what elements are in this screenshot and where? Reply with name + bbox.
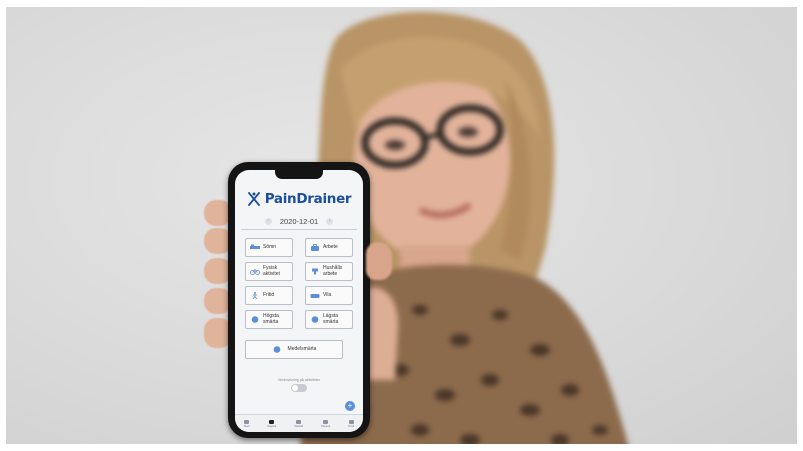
household-icon [312, 268, 318, 275]
plan-icon [323, 420, 329, 424]
phone-screen: PainDrainer ‹ 2020-12-01 › Sömn Arbete F… [235, 170, 363, 432]
bottom-tab-bar: Start Dagbok Statistik Planera Profil [235, 414, 363, 432]
border [0, 0, 6, 451]
activity-button-sleep[interactable]: Sömn [245, 238, 293, 257]
diary-icon [269, 420, 275, 424]
profile-icon [348, 420, 354, 424]
sad-face-icon [251, 316, 259, 323]
thumb [366, 242, 392, 280]
activity-button-physical[interactable]: Fysisk aktivitet [245, 262, 293, 281]
current-date: 2020-12-01 [279, 216, 319, 226]
activity-button-rest[interactable]: Vila [305, 286, 353, 305]
bicycle-icon [250, 268, 260, 275]
app-logo: PainDrainer [235, 188, 363, 210]
activity-button-work[interactable]: Arbete [305, 238, 353, 257]
border [797, 0, 803, 451]
pain-button-highest[interactable]: Högsta smärta [245, 310, 293, 329]
activity-button-household[interactable]: Hushålls arbete [305, 262, 353, 281]
tab-profile[interactable]: Profil [348, 420, 354, 428]
photo-scene: PainDrainer ‹ 2020-12-01 › Sömn Arbete F… [0, 0, 803, 451]
previous-date-button[interactable]: ‹ [264, 217, 272, 225]
smartphone: PainDrainer ‹ 2020-12-01 › Sömn Arbete F… [228, 162, 370, 438]
leisure-icon [252, 292, 258, 299]
weekly-view-label: Veckovisning på aktiviteter [277, 378, 321, 382]
app-name: PainDrainer [264, 191, 352, 207]
tab-diary[interactable]: Dagbok [267, 420, 276, 428]
blurred-woman [300, 11, 630, 451]
add-button[interactable]: + [345, 401, 355, 411]
divider [241, 229, 357, 230]
home-icon [244, 420, 250, 424]
chart-icon [296, 420, 302, 424]
tab-start[interactable]: Start [244, 420, 249, 428]
pain-button-average[interactable]: Medelsmärta [245, 340, 343, 359]
sofa-icon [310, 294, 320, 298]
next-date-button[interactable]: › [326, 217, 334, 225]
tab-statistics[interactable]: Statistik [294, 420, 303, 428]
border [0, 0, 803, 7]
bed-icon [250, 244, 260, 249]
border [0, 444, 803, 451]
paindrainer-logo-icon [247, 192, 260, 206]
neutral-face-icon [273, 346, 280, 353]
happy-face-icon [311, 316, 319, 323]
briefcase-icon [311, 244, 319, 251]
phone-notch [275, 170, 323, 179]
pain-button-lowest[interactable]: Lägsta smärta [305, 310, 353, 329]
date-selector: ‹ 2020-12-01 › [235, 215, 363, 227]
activity-button-leisure[interactable]: Fritid [245, 286, 293, 305]
weekly-view-toggle[interactable] [291, 384, 307, 392]
tab-plan[interactable]: Planera [321, 420, 330, 428]
